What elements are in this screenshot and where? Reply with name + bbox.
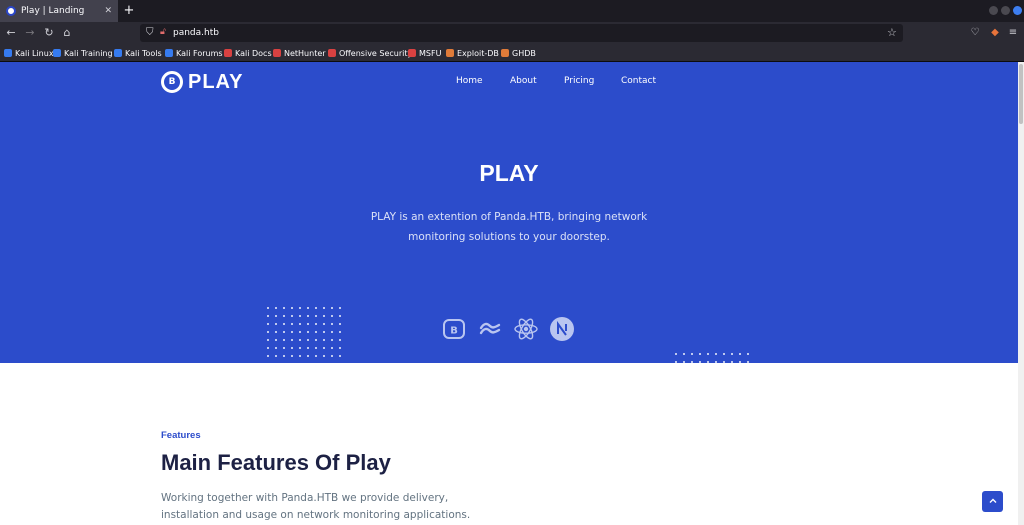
scroll-to-top-button[interactable] [982,491,1003,512]
bookmark-kali-training[interactable]: Kali Training [53,47,113,59]
tailwind-icon [477,316,503,342]
nethunter-icon [273,49,281,57]
new-tab-button[interactable]: + [122,3,136,19]
section-description: Working together with Panda.HTB we provi… [161,492,471,521]
navigation-toolbar: ← → ↻ ⌂ ⛉ 🔓︎ panda.htb ☆ ♡ ◆ ≡ [0,22,1024,44]
forward-arrow-icon[interactable]: → [23,26,37,40]
extension-fox-icon[interactable]: ◆ [988,26,1002,40]
close-window-button[interactable] [1013,6,1022,15]
offensive-security-icon [328,49,336,57]
scrollbar-thumb[interactable] [1019,64,1023,124]
nav-link-home[interactable]: Home [456,76,483,86]
tab-title: Play | Landing [21,6,85,16]
home-icon[interactable]: ⌂ [60,26,74,40]
bootstrap-icon: B [441,316,467,342]
hero-section: B PLAY Home About Pricing Contact PLAY P… [0,62,1018,364]
logo-text: PLAY [188,70,244,93]
hero-subtitle: PLAY is an extention of Panda.HTB, bring… [370,211,648,243]
reload-icon[interactable]: ↻ [42,26,56,40]
logo-badge-icon: B [161,71,183,93]
bookmark-kali-docs[interactable]: Kali Docs [224,47,272,59]
msfu-icon [408,49,416,57]
minimize-window-button[interactable] [989,6,998,15]
kali-tools-icon [114,49,122,57]
page-viewport: B PLAY Home About Pricing Contact PLAY P… [0,62,1018,525]
bookmark-offensive-security[interactable]: Offensive Security [328,47,412,59]
bookmark-kali-tools[interactable]: Kali Tools [114,47,162,59]
nav-link-about[interactable]: About [510,76,537,86]
address-bar[interactable]: ⛉ 🔓︎ panda.htb ☆ [140,24,903,42]
bookmark-kali-linux[interactable]: Kali Linux [4,47,54,59]
hamburger-menu-icon[interactable]: ≡ [1006,26,1020,40]
bookmark-star-icon[interactable]: ☆ [887,26,899,40]
site-logo[interactable]: B PLAY [161,71,244,93]
kali-training-icon [53,49,61,57]
url-text[interactable]: panda.htb [173,26,219,40]
svg-text:B: B [450,326,458,337]
nav-link-pricing[interactable]: Pricing [564,76,594,86]
tracking-shield-icon[interactable]: ⛉ [146,27,156,39]
nav-link-contact[interactable]: Contact [621,76,656,86]
insecure-lock-icon[interactable]: 🔓︎ [160,27,168,38]
hero-title: PLAY [479,160,539,186]
react-icon [513,316,539,342]
bookmark-kali-forums[interactable]: Kali Forums [165,47,223,59]
bookmark-ghdb[interactable]: GHDB [501,47,536,59]
chevron-up-icon [989,498,996,503]
tab-close-icon[interactable]: ✕ [104,6,112,16]
pocket-icon[interactable]: ♡ [968,26,982,40]
kali-forums-icon [165,49,173,57]
page-scrollbar[interactable] [1018,62,1024,525]
exploit-db-icon [446,49,454,57]
kali-docs-icon [224,49,232,57]
tab-bar: Play | Landing ✕ + [0,0,1024,22]
bookmark-exploit-db[interactable]: Exploit-DB [446,47,499,59]
site-favicon-icon [6,6,16,16]
dot-pattern-left [264,304,342,360]
section-tag: Features [161,430,201,441]
maximize-window-button[interactable] [1001,6,1010,15]
nextjs-icon [549,316,575,342]
section-heading: Main Features Of Play [161,450,391,475]
bookmarks-bar: Kali Linux Kali Training Kali Tools Kali… [0,44,1024,62]
back-arrow-icon[interactable]: ← [4,26,18,40]
kali-dragon-icon [4,49,12,57]
dot-pattern-right [672,350,750,364]
browser-tab[interactable]: Play | Landing ✕ [0,0,118,22]
bookmark-msfu[interactable]: MSFU [408,47,441,59]
bookmark-nethunter[interactable]: NetHunter [273,47,326,59]
ghdb-icon [501,49,509,57]
